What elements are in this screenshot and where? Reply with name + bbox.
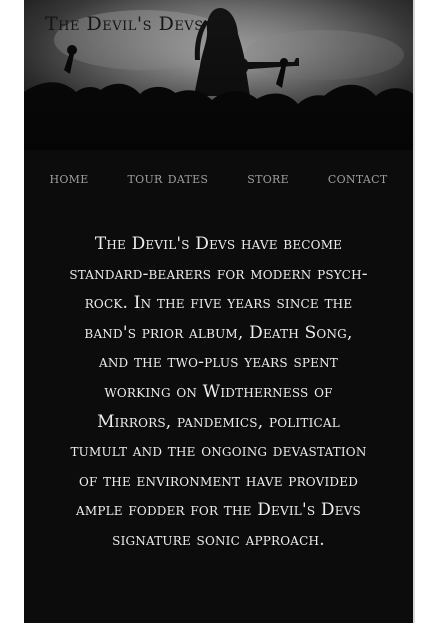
nav-tour-dates[interactable]: Tour Dates xyxy=(128,169,209,187)
nav-store[interactable]: Store xyxy=(247,169,289,187)
site-title[interactable]: The Devil's Devs xyxy=(45,13,204,35)
band-bio: The Devil's Devs have become standard-be… xyxy=(69,234,368,550)
page-container: The Devil's Devs Home Tour Dates Store C… xyxy=(24,0,413,623)
main-nav: Home Tour Dates Store Contact xyxy=(24,150,413,206)
nav-contact[interactable]: Contact xyxy=(328,169,388,187)
window-edge xyxy=(413,0,415,623)
hero-banner: The Devil's Devs xyxy=(24,0,413,150)
nav-home[interactable]: Home xyxy=(49,169,88,187)
